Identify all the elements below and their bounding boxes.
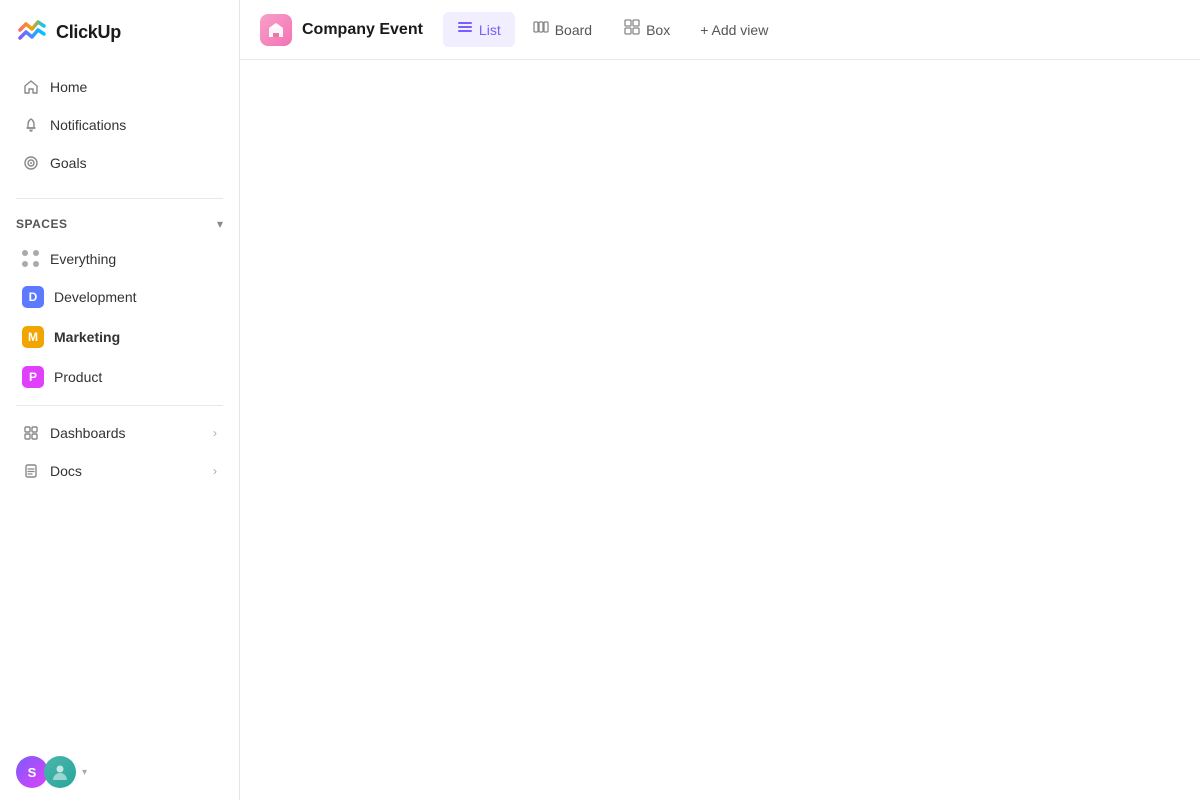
chevron-right-icon-dashboards: ›	[213, 426, 217, 440]
content-area	[240, 60, 1200, 800]
dropdown-arrow-icon: ▾	[82, 767, 87, 778]
sidebar-item-home[interactable]: Home	[6, 68, 233, 106]
sidebar-home-label: Home	[50, 79, 87, 95]
logo-text: ClickUp	[56, 22, 121, 43]
add-view-button[interactable]: + Add view	[688, 15, 780, 45]
divider-1	[16, 198, 223, 199]
sidebar-item-goals[interactable]: Goals	[6, 144, 233, 182]
chevron-right-icon-docs: ›	[213, 464, 217, 478]
sidebar-notifications-label: Notifications	[50, 117, 126, 133]
sidebar-item-dashboards[interactable]: Dashboards ›	[6, 414, 233, 452]
main-content: Company Event List Board	[240, 0, 1200, 800]
sidebar-development-label: Development	[54, 289, 137, 305]
spaces-label: Spaces	[16, 217, 67, 231]
sidebar-product-label: Product	[54, 369, 102, 385]
chevron-down-icon: ▾	[217, 217, 223, 231]
divider-2	[16, 405, 223, 406]
sidebar-goals-label: Goals	[50, 155, 87, 171]
sidebar-item-development[interactable]: D Development	[6, 277, 233, 317]
tab-board-label: Board	[555, 22, 592, 38]
docs-icon	[22, 462, 40, 480]
sidebar: ClickUp Home Notifications	[0, 0, 240, 800]
nav-items: Home Notifications Goals	[0, 60, 239, 190]
sidebar-everything-label: Everything	[50, 251, 116, 267]
avatar-photo	[44, 756, 76, 788]
box-icon	[624, 19, 640, 40]
sidebar-item-marketing[interactable]: M Marketing	[6, 317, 233, 357]
home-icon	[22, 78, 40, 96]
clickup-logo-icon	[16, 16, 48, 48]
everything-dots-icon	[22, 250, 40, 268]
add-view-label: + Add view	[700, 22, 768, 38]
breadcrumb-icon	[260, 14, 292, 46]
sidebar-item-notifications[interactable]: Notifications	[6, 106, 233, 144]
development-avatar: D	[22, 286, 44, 308]
tab-list[interactable]: List	[443, 12, 515, 47]
dashboards-icon	[22, 424, 40, 442]
goals-icon	[22, 154, 40, 172]
logo-area: ClickUp	[0, 0, 239, 60]
sidebar-marketing-label: Marketing	[54, 329, 120, 345]
sidebar-item-docs[interactable]: Docs ›	[6, 452, 233, 490]
tab-list-label: List	[479, 22, 501, 38]
sidebar-item-everything[interactable]: Everything	[6, 241, 233, 277]
tab-board[interactable]: Board	[519, 12, 606, 47]
product-avatar: P	[22, 366, 44, 388]
board-icon	[533, 19, 549, 40]
tab-box[interactable]: Box	[610, 12, 684, 47]
bell-icon	[22, 116, 40, 134]
top-bar: Company Event List Board	[240, 0, 1200, 60]
sidebar-item-product[interactable]: P Product	[6, 357, 233, 397]
sidebar-footer[interactable]: S ▾	[0, 744, 239, 800]
list-icon	[457, 19, 473, 40]
spaces-header[interactable]: Spaces ▾	[0, 207, 239, 241]
sidebar-dashboards-label: Dashboards	[50, 425, 126, 441]
marketing-avatar: M	[22, 326, 44, 348]
tab-box-label: Box	[646, 22, 670, 38]
sidebar-docs-label: Docs	[50, 463, 82, 479]
breadcrumb-title: Company Event	[302, 21, 423, 39]
